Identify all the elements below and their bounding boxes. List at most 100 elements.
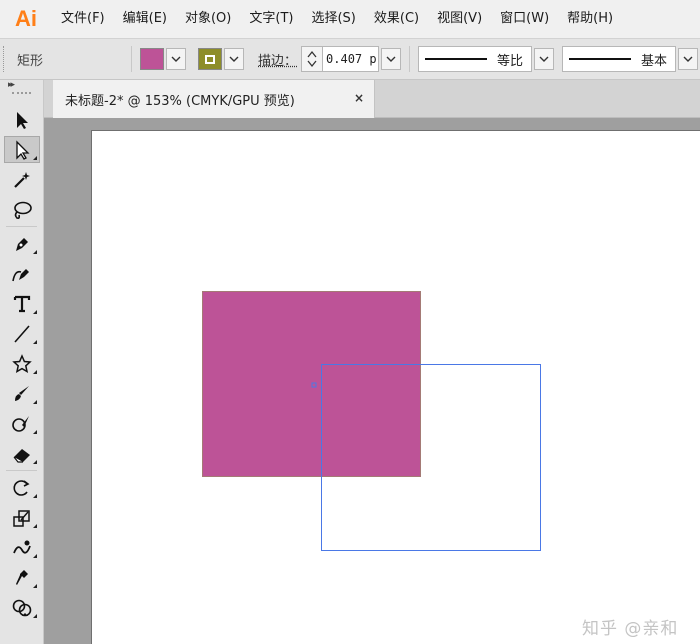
document-tab-title: 未标题-2* @ 153% (CMYK/GPU 预览) [65,93,295,109]
rotate-tool[interactable] [4,474,40,501]
lasso-icon [14,201,32,219]
profile-line-preview [425,58,488,60]
stroke-dropdown-button[interactable] [224,48,244,70]
menu-edit[interactable]: 编辑(E) [114,0,176,38]
stroke-weight-stepper[interactable] [301,46,324,72]
chevron-down-icon [229,56,239,62]
curvature-tool[interactable] [4,260,40,287]
menu-file[interactable]: 文件(F) [52,0,114,38]
submenu-indicator [33,310,37,314]
submenu-indicator [33,614,37,618]
puppet-pin-icon [16,569,28,585]
brush-line-preview [569,58,632,60]
submenu-indicator [33,340,37,344]
fill-dropdown-button[interactable] [166,48,186,70]
submenu-indicator [33,370,37,374]
divider [6,226,37,227]
canvas-workspace[interactable]: 知乎 @亲和 [44,118,700,644]
submenu-indicator [33,524,37,528]
stroke-weight-input[interactable]: 0.407 p [323,46,380,72]
pen-nib-icon [16,237,28,251]
chevron-down-icon [539,56,549,62]
paintbrush-tool[interactable] [4,380,40,407]
stroke-color-swatch[interactable] [198,48,222,70]
divider [131,46,132,72]
eraser-icon [13,448,30,463]
collapse-panel-button[interactable]: ▸▸ [0,80,43,90]
submenu-indicator [33,460,37,464]
artboard[interactable]: 知乎 @亲和 [91,130,700,644]
line-segment-icon [14,324,30,343]
submenu-indicator [33,156,37,160]
object-type-label: 矩形 [17,53,44,69]
submenu-indicator [33,400,37,404]
profile-dropdown-button[interactable] [534,48,555,70]
menu-effect[interactable]: 效果(C) [365,0,428,38]
stroke-swatch-inner [205,54,215,64]
warp-icon [13,540,31,554]
menu-view[interactable]: 视图(V) [428,0,491,38]
magic-wand-icon [14,171,30,188]
selection-arrow-icon [17,111,28,129]
profile-label: 等比 [497,53,524,69]
fill-color-swatch[interactable] [140,48,164,70]
warp-tool[interactable] [4,534,40,561]
puppet-warp-tool[interactable] [4,564,40,591]
document-tab[interactable]: 未标题-2* @ 153% (CMYK/GPU 预览) × [53,80,375,118]
stroke-weight-dropdown[interactable] [381,48,402,70]
selection-tool[interactable] [4,106,40,133]
brush-dropdown-button[interactable] [678,48,699,70]
submenu-indicator [33,584,37,588]
menu-window[interactable]: 窗口(W) [491,0,558,38]
direct-selection-arrow-icon [16,139,30,160]
control-bar: 矩形 描边： 0.407 p 等比 基本 [0,38,700,80]
menu-help[interactable]: 帮助(H) [558,0,622,38]
pen-tool[interactable] [4,230,40,257]
stepper-arrows-icon [307,50,317,68]
menu-object[interactable]: 对象(O) [176,0,240,38]
watermark: 知乎 @亲和 [582,619,679,639]
stroke-label[interactable]: 描边： [258,50,297,69]
chevron-down-icon [171,56,181,62]
control-bar-grip[interactable] [3,46,11,72]
shape-builder-tool[interactable] [4,594,40,621]
paintbrush-icon [15,385,29,401]
star-tool[interactable] [4,350,40,377]
curvature-pen-icon [12,268,29,281]
selected-rectangle-outline[interactable] [321,364,541,551]
lasso-tool[interactable] [4,196,40,223]
close-tab-icon[interactable]: × [354,91,364,105]
divider [409,46,411,72]
brush-label: 基本 [641,53,668,69]
magic-wand-tool[interactable] [4,166,40,193]
brush-definition-select[interactable]: 基本 [562,46,677,72]
shaper-tool[interactable] [4,410,40,437]
tools-panel: ▸▸ [0,80,44,644]
document-tab-bar: 未标题-2* @ 153% (CMYK/GPU 预览) × [44,80,700,118]
submenu-indicator [33,554,37,558]
eraser-tool[interactable] [4,440,40,467]
menu-type[interactable]: 文字(T) [240,0,302,38]
shaper-icon [12,415,29,432]
menu-select[interactable]: 选择(S) [302,0,364,38]
chevron-down-icon [683,56,693,62]
submenu-indicator [33,430,37,434]
type-t-icon [13,295,31,312]
star-icon [12,353,32,373]
type-tool[interactable] [4,290,40,317]
variable-width-profile-select[interactable]: 等比 [418,46,533,72]
divider [6,470,37,471]
menu-bar: Ai 文件(F) 编辑(E) 对象(O) 文字(T) 选择(S) 效果(C) 视… [0,0,700,38]
center-point-icon [311,382,317,388]
app-logo: Ai [15,6,37,31]
line-segment-tool[interactable] [4,320,40,347]
rotate-icon [13,479,30,496]
chevron-down-icon [386,56,396,62]
scale-tool[interactable] [4,504,40,531]
direct-selection-tool[interactable] [4,136,40,163]
submenu-indicator [33,250,37,254]
submenu-indicator [33,494,37,498]
shape-builder-icon [12,599,32,616]
scale-icon [13,509,30,527]
tools-panel-grip[interactable] [12,92,31,100]
